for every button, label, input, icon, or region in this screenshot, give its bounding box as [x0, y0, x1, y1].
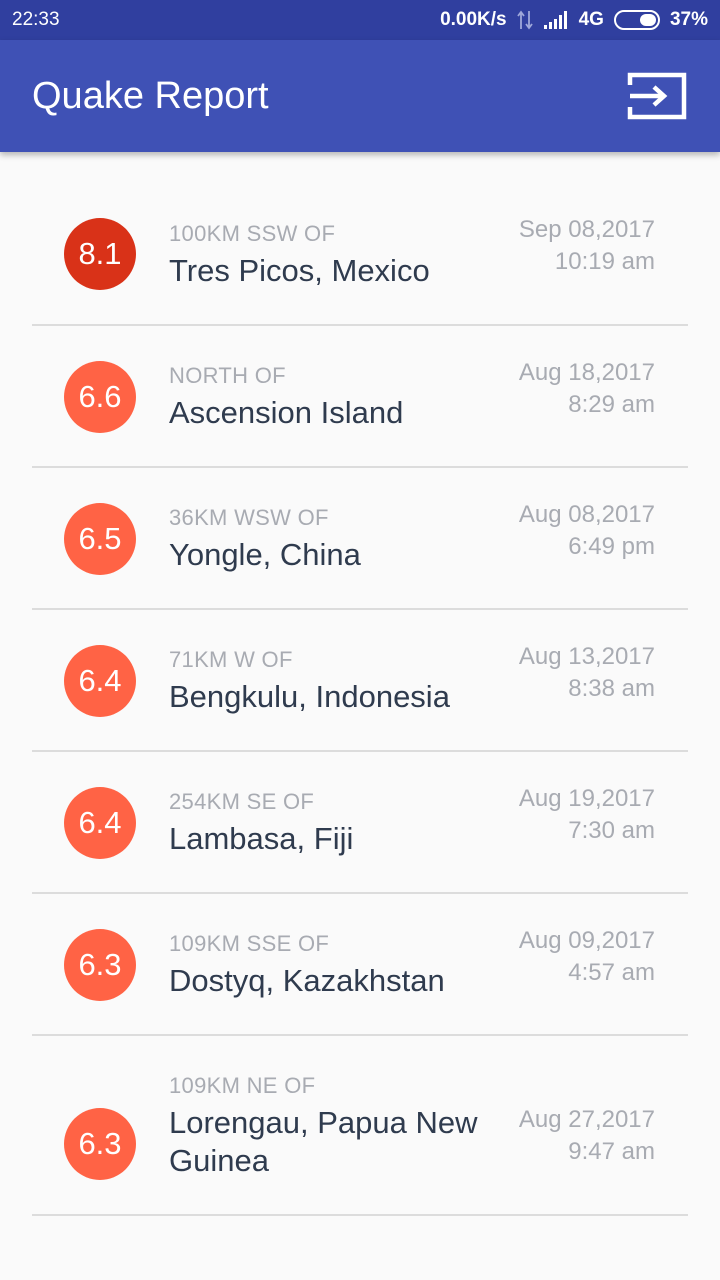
quake-time: 7:30 am: [568, 817, 655, 844]
magnitude-circle: 8.1: [64, 218, 136, 290]
exit-to-app-icon[interactable]: [626, 71, 688, 121]
battery-icon: [613, 10, 660, 30]
status-icons: 0.00K/s 4G 37%: [440, 9, 708, 31]
location-offset: 109KM SSE OF: [169, 931, 330, 956]
quake-time: 8:38 am: [568, 675, 655, 702]
location-offset: 109KM NE OF: [169, 1073, 316, 1098]
quake-date: Aug 13,2017: [518, 643, 655, 670]
signal-icon: [543, 11, 567, 29]
network-type: 4G: [578, 9, 604, 30]
list-item[interactable]: 6.6 NORTH OF Ascension Island Aug 18,2017 8:…: [0, 326, 720, 468]
quake-time: 6:49 pm: [568, 533, 655, 560]
net-speed: 0.00K/s: [440, 9, 507, 30]
primary-location: Lorengau, Papua New Guinea: [169, 1105, 478, 1178]
list-item[interactable]: 6.4 71KM W OF Bengkulu, Indonesia Aug 13,20…: [0, 610, 720, 752]
status-time: 22:33: [12, 9, 60, 30]
location-offset: 100KM SSW OF: [169, 221, 336, 246]
quake-time: 4:57 am: [568, 959, 655, 986]
quake-time: 9:47 am: [568, 1138, 655, 1165]
magnitude-circle: 6.6: [64, 361, 136, 433]
list-item[interactable]: 8.1 100KM SSW OF Tres Picos, Mexico Sep 08,…: [0, 152, 720, 326]
app-title: Quake Report: [32, 74, 269, 117]
quake-date: Aug 27,2017: [518, 1106, 655, 1133]
quake-date: Aug 18,2017: [518, 359, 655, 386]
list-item[interactable]: 6.3 109KM NE OF Lorengau, Papua New Guinea…: [0, 1036, 720, 1216]
location-offset: NORTH OF: [169, 363, 286, 388]
location-offset: 71KM W OF: [169, 647, 293, 672]
list-item[interactable]: 6.3 109KM SSE OF Dostyq, Kazakhstan Aug 09,…: [0, 894, 720, 1036]
quake-date: Aug 19,2017: [518, 785, 655, 812]
row-divider: [32, 1214, 688, 1216]
list-item[interactable]: 6.4 254KM SE OF Lambasa, Fiji Aug 19,2017 7:…: [0, 752, 720, 894]
location-offset: 254KM SE OF: [169, 789, 315, 814]
quake-time: 10:19 am: [554, 248, 655, 275]
magnitude-circle: 6.4: [64, 645, 136, 717]
list-item[interactable]: 6.5 36KM WSW OF Yongle, China Aug 08,2017 6:…: [0, 468, 720, 610]
magnitude-circle: 6.3: [64, 929, 136, 1001]
primary-location: Yongle, China: [169, 537, 361, 572]
quake-date: Sep 08,2017: [518, 216, 655, 243]
app-bar: Quake Report: [0, 40, 720, 152]
magnitude-circle: 6.4: [64, 787, 136, 859]
primary-location: Ascension Island: [169, 395, 404, 430]
earthquake-list[interactable]: 8.1 100KM SSW OF Tres Picos, Mexico Sep 08,…: [0, 152, 720, 1280]
magnitude-circle: 6.5: [64, 503, 136, 575]
quake-time: 8:29 am: [568, 391, 655, 418]
data-arrows-icon: [516, 10, 533, 30]
primary-location: Bengkulu, Indonesia: [169, 679, 450, 714]
primary-location: Dostyq, Kazakhstan: [169, 963, 445, 998]
magnitude-circle: 6.3: [64, 1108, 136, 1180]
location-offset: 36KM WSW OF: [169, 505, 329, 530]
primary-location: Lambasa, Fiji: [169, 821, 354, 856]
primary-location: Tres Picos, Mexico: [169, 253, 430, 288]
quake-date: Aug 09,2017: [518, 927, 655, 954]
battery-percent: 37%: [669, 9, 708, 30]
status-bar: 22:33 0.00K/s 4G 37%: [0, 0, 720, 40]
quake-date: Aug 08,2017: [518, 501, 655, 528]
